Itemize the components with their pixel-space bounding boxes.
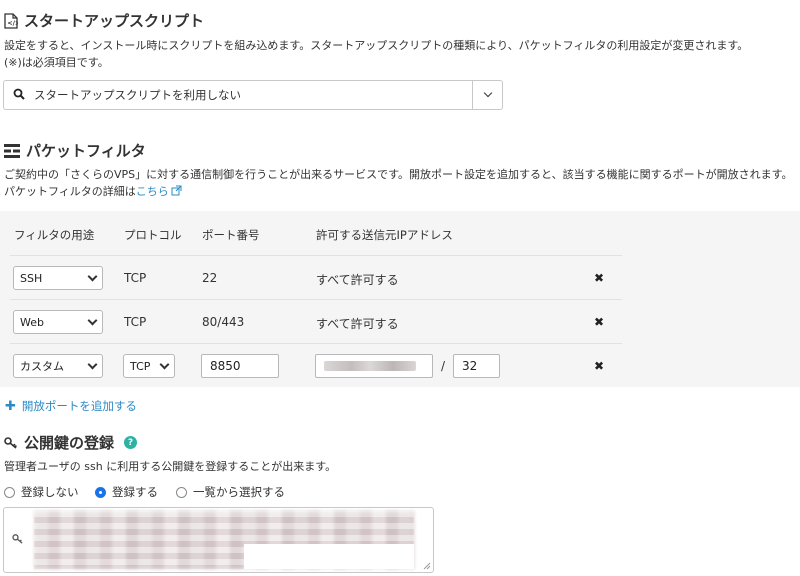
pubkey-textarea[interactable]	[3, 507, 434, 573]
radio-select-from-list[interactable]: 一覧から選択する	[176, 484, 285, 500]
radio-register[interactable]: 登録する	[95, 484, 158, 500]
add-port-label: 開放ポートを追加する	[21, 399, 137, 413]
radio-circle-selected	[95, 486, 106, 498]
search-icon	[4, 88, 34, 103]
chevron-down-icon	[87, 271, 98, 281]
header-port: ポート番号	[202, 228, 260, 242]
key-icon	[12, 534, 23, 544]
port-input-value: 8850	[210, 359, 241, 373]
remove-row-icon[interactable]: ✖	[592, 359, 606, 373]
detail-prefix: パケットフィルタの詳細は	[4, 185, 136, 198]
packet-filter-description: ご契約中の「さくらのVPS」に対する通信制御を行うことが出来るサービスです。開放…	[4, 168, 793, 181]
help-icon[interactable]: ?	[124, 436, 138, 449]
chevron-down-icon[interactable]	[472, 81, 502, 109]
startup-section-title: </> スタートアップスクリプト	[4, 10, 204, 31]
source-ip-input[interactable]	[315, 354, 433, 378]
row-divider	[10, 299, 622, 300]
usage-select-web[interactable]: Web	[13, 310, 103, 334]
pubkey-section-title: 公開鍵の登録 ?	[4, 432, 138, 453]
protocol-value: TCP	[124, 315, 147, 329]
key-icon	[4, 436, 17, 449]
radio-circle	[176, 486, 187, 498]
packet-filter-title: パケットフィルタ	[26, 142, 146, 160]
row-divider	[10, 343, 622, 344]
port-input[interactable]: 8850	[201, 354, 279, 378]
port-value: 80/443	[202, 315, 245, 329]
row-divider	[10, 255, 622, 256]
port-value: 22	[202, 271, 218, 285]
startup-script-selected-value: スタートアップスクリプトを利用しない	[34, 88, 241, 102]
packet-filter-section-title: パケットフィルタ	[4, 140, 146, 161]
protocol-select[interactable]: TCP	[123, 354, 175, 378]
add-port-button[interactable]: ✚ 開放ポートを追加する	[5, 398, 137, 414]
script-file-icon: </>	[4, 12, 18, 29]
header-usage: フィルタの用途	[14, 228, 95, 242]
protocol-value: TCP	[124, 271, 147, 285]
remove-row-icon[interactable]: ✖	[592, 271, 606, 285]
startup-script-select[interactable]: スタートアップスクリプトを利用しない	[3, 80, 503, 110]
usage-value: カスタム	[20, 360, 64, 373]
firewall-icon	[4, 143, 20, 158]
radio-label: 登録する	[112, 485, 158, 499]
startup-title: スタートアップスクリプト	[24, 12, 205, 30]
cidr-mask-input[interactable]: 32	[453, 354, 500, 378]
packet-filter-table: フィルタの用途 プロトコル ポート番号 許可する送信元IPアドレス SSH TC…	[0, 211, 800, 387]
radio-no-register[interactable]: 登録しない	[4, 484, 79, 500]
header-protocol: プロトコル	[124, 228, 182, 242]
cidr-slash: /	[441, 359, 446, 373]
pubkey-title: 公開鍵の登録	[24, 434, 115, 452]
required-note: (※)は必須項目です。	[4, 56, 109, 69]
chevron-down-icon	[87, 315, 98, 325]
redacted-ip	[324, 361, 416, 371]
protocol-value: TCP	[130, 359, 151, 373]
radio-circle	[4, 486, 15, 498]
chevron-down-icon	[159, 359, 170, 369]
mask-value: 32	[462, 359, 478, 373]
detail-link[interactable]: こちら	[136, 185, 169, 198]
packet-filter-detail-line: パケットフィルタの詳細はこちら	[4, 183, 182, 201]
usage-select-custom[interactable]: カスタム	[13, 354, 103, 378]
plus-icon: ✚	[5, 398, 16, 414]
source-value: すべて許可する	[316, 273, 399, 287]
usage-value: SSH	[20, 271, 43, 285]
svg-text:</>: </>	[7, 19, 18, 27]
radio-label: 登録しない	[21, 485, 79, 499]
external-link-icon	[171, 185, 182, 196]
radio-label: 一覧から選択する	[193, 485, 285, 499]
chevron-down-icon	[87, 359, 98, 369]
header-source-ip: 許可する送信元IPアドレス	[316, 228, 453, 242]
remove-row-icon[interactable]: ✖	[592, 315, 606, 329]
usage-select-ssh[interactable]: SSH	[13, 266, 103, 290]
usage-value: Web	[20, 315, 44, 329]
source-value: すべて許可する	[316, 317, 399, 331]
pubkey-description: 管理者ユーザの ssh に利用する公開鍵を登録することが出来ます。	[4, 460, 337, 473]
textarea-blank-area	[244, 544, 414, 569]
resize-handle-icon[interactable]	[423, 562, 431, 570]
startup-description: 設定をすると、インストール時にスクリプトを組み込めます。スタートアップスクリプト…	[4, 39, 749, 52]
